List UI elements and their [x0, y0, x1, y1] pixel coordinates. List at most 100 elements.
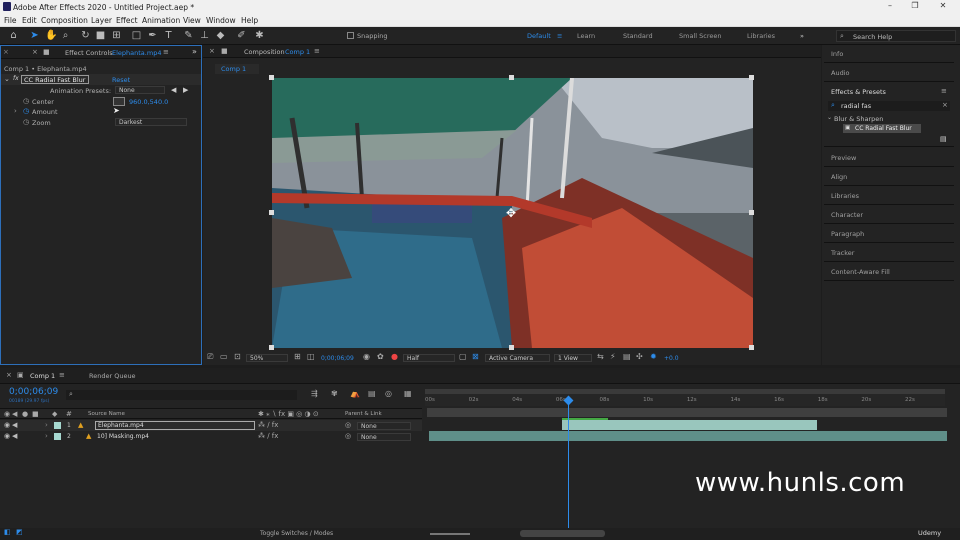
graph-editor-icon[interactable]: ▦	[404, 389, 412, 398]
magnification-dropdown[interactable]: 50%	[246, 354, 288, 362]
layer-switches[interactable]: ⁂ ∕ fx	[258, 421, 278, 429]
timeline-timecode[interactable]: 0;00;06;09	[9, 387, 58, 397]
lock-icon[interactable]: ■	[221, 47, 228, 55]
current-time[interactable]: 0;00;06;09	[321, 355, 354, 362]
roto-brush-icon[interactable]: ✐	[236, 30, 247, 41]
render-queue-tab[interactable]: Render Queue	[89, 372, 136, 380]
time-ruler[interactable]	[425, 394, 945, 406]
transparency-grid-icon[interactable]: ⊠	[472, 352, 479, 361]
brush-tool-icon[interactable]: ✎	[183, 30, 194, 41]
menu-view[interactable]: View	[183, 16, 201, 25]
pen-tool-icon[interactable]: ✒	[147, 30, 158, 41]
timeline-tab[interactable]: Comp 1	[30, 372, 55, 380]
workspace-menu-icon[interactable]: ≡	[557, 32, 562, 40]
grid-icon[interactable]: ⊞	[294, 352, 301, 361]
transform-handle[interactable]	[269, 75, 274, 80]
info-panel[interactable]: Info	[824, 45, 954, 63]
menu-layer[interactable]: Layer	[91, 16, 112, 25]
menu-composition[interactable]: Composition	[41, 16, 88, 25]
eye-icon[interactable]: ◉	[4, 421, 10, 429]
next-preset-icon[interactable]: ▶	[183, 86, 188, 94]
always-preview-icon[interactable]: ⎚	[207, 352, 213, 362]
layer-switches[interactable]: ⁂ ∕ fx	[258, 432, 278, 440]
transform-handle[interactable]	[269, 210, 274, 215]
paragraph-panel[interactable]: Paragraph	[824, 225, 954, 243]
timeline-search-input[interactable]: ⌕	[66, 390, 297, 400]
resolution-dropdown[interactable]: Half	[403, 354, 455, 362]
workspace-small-screen[interactable]: Small Screen	[679, 32, 721, 40]
composition-tab[interactable]: Composition	[244, 48, 285, 56]
speaker-icon[interactable]: ◀	[12, 421, 17, 429]
navigator-bar[interactable]	[427, 408, 947, 417]
category-toggle-icon[interactable]: ⌄	[827, 114, 832, 121]
zoom-tool-icon[interactable]: ⌕	[60, 30, 71, 41]
expand-amount-icon[interactable]: ›	[14, 107, 17, 115]
snapshot-icon[interactable]: ◉	[363, 352, 370, 361]
reset-link[interactable]: Reset	[112, 76, 130, 84]
panel-close-icon[interactable]: ×	[209, 47, 215, 55]
effect-row[interactable]: ⌄ fx CC Radial Fast Blur Reset	[1, 74, 201, 85]
layer-duration-bar[interactable]	[429, 431, 947, 441]
camera-tool-icon[interactable]: ■	[95, 30, 106, 41]
transform-handle[interactable]	[749, 75, 754, 80]
clone-stamp-icon[interactable]: ⊥	[199, 30, 210, 41]
lock-icon[interactable]: ■	[43, 48, 50, 56]
camera-dropdown[interactable]: Active Camera	[485, 354, 550, 362]
layer-name[interactable]: 10] Masking.mp4	[97, 433, 149, 440]
solo-icon[interactable]: ●	[22, 410, 28, 418]
effects-search-input[interactable]: ⌕ radial fas ×	[828, 101, 950, 111]
effect-result-item[interactable]: ▣ CC Radial Fast Blur	[843, 124, 921, 133]
guides-icon[interactable]: ⊡	[234, 352, 241, 361]
label-color-swatch[interactable]	[54, 422, 61, 429]
tracker-panel[interactable]: Tracker	[824, 244, 954, 262]
panel-menu-icon[interactable]: ≡	[941, 87, 947, 95]
monitor-icon[interactable]: ▭	[220, 352, 228, 361]
layer-row[interactable]: ◉ ◀ › 2 ▲ 10] Masking.mp4 ⁂ ∕ fx ◎ None	[0, 431, 422, 442]
maximize-icon[interactable]: ❐	[908, 1, 922, 13]
panel-menu-icon[interactable]: ≡	[59, 371, 65, 379]
search-help-box[interactable]: ⌕ Search Help	[836, 30, 956, 42]
transform-handle[interactable]	[509, 75, 514, 80]
type-tool-icon[interactable]: T	[163, 30, 174, 41]
transform-handle[interactable]	[269, 345, 274, 350]
timeline-icon[interactable]: ▤	[623, 352, 631, 361]
crosshair-icon[interactable]	[113, 97, 125, 106]
layer-duration-bar[interactable]	[562, 420, 817, 430]
region-icon[interactable]: ▢	[459, 352, 467, 361]
timeline-scrollbar[interactable]	[520, 530, 605, 537]
workspace-overflow-icon[interactable]: »	[800, 32, 804, 40]
eye-icon[interactable]: ◉	[4, 432, 10, 440]
menu-help[interactable]: Help	[241, 16, 258, 25]
blur-sharpen-category[interactable]: Blur & Sharpen	[834, 115, 883, 123]
layer-name-field[interactable]: Elephanta.mp4	[95, 421, 255, 430]
anchor-point-icon[interactable]: ✥	[506, 206, 516, 220]
workspace-learn[interactable]: Learn	[577, 32, 595, 40]
content-aware-fill-panel[interactable]: Content-Aware Fill	[824, 263, 954, 281]
zoom-dropdown[interactable]: Darkest	[115, 118, 187, 126]
eraser-tool-icon[interactable]: ◆	[215, 30, 226, 41]
parent-dropdown[interactable]: None	[357, 422, 411, 430]
parent-dropdown[interactable]: None	[357, 433, 411, 441]
channel-icon[interactable]: ●	[391, 352, 398, 361]
audio-toggle-icon[interactable]: ◀	[12, 410, 17, 418]
comp-viewer[interactable]: ✥	[272, 78, 753, 348]
menu-window[interactable]: Window	[206, 16, 236, 25]
stopwatch-icon[interactable]: ◷	[23, 118, 29, 126]
character-panel[interactable]: Character	[824, 206, 954, 224]
panel-close-icon[interactable]: ×	[6, 371, 12, 379]
minimize-icon[interactable]: –	[883, 1, 897, 13]
clear-search-icon[interactable]: ×	[942, 101, 948, 109]
libraries-panel[interactable]: Libraries	[824, 187, 954, 205]
snapping-checkbox[interactable]	[347, 32, 354, 39]
menu-effect[interactable]: Effect	[116, 16, 138, 25]
modes-toggle-icon[interactable]: ◩	[16, 528, 23, 536]
comp-mini-flowchart-icon[interactable]: ⇶	[311, 389, 318, 398]
layer-row[interactable]: ◉ ◀ › 1 ▲ Elephanta.mp4 ⁂ ∕ fx ◎ None	[0, 420, 422, 431]
composition-tab-name[interactable]: Comp 1	[285, 48, 310, 56]
panel-menu-icon[interactable]: ≡	[314, 47, 320, 55]
transform-handle[interactable]	[749, 345, 754, 350]
video-toggle-icon[interactable]: ◉	[4, 410, 10, 418]
fx-icon[interactable]: fx	[13, 75, 19, 82]
effect-controls-file[interactable]: Elephanta.mp4	[112, 49, 161, 57]
pan-behind-tool-icon[interactable]: ⊞	[111, 30, 122, 41]
